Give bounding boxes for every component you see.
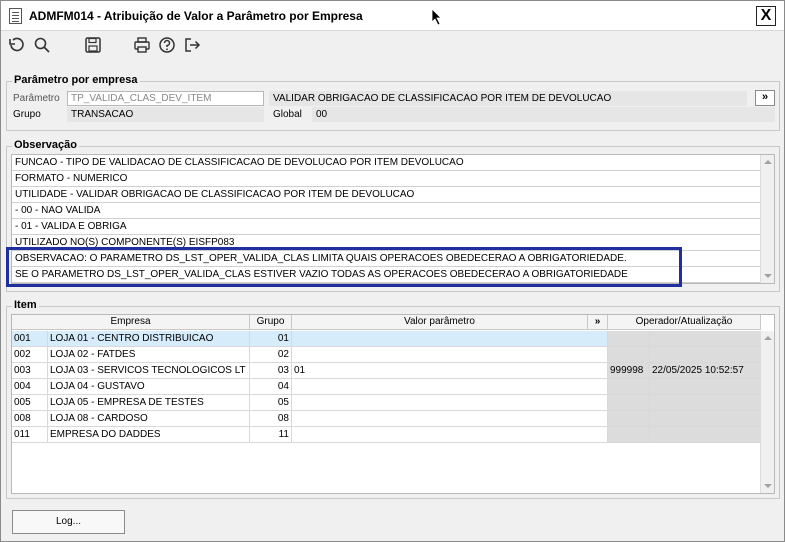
cell-code: 003 [12,363,48,379]
cell-name: EMPRESA DO DADDES [48,427,250,443]
cell-data [650,411,761,427]
cell-name: LOJA 04 - GUSTAVO [48,379,250,395]
exit-icon[interactable] [183,36,201,54]
cell-valor[interactable] [292,395,608,411]
window-title: ADMFM014 - Atribuição de Valor a Parâmet… [29,9,363,23]
cell-data [650,379,761,395]
cell-name: LOJA 08 - CARDOSO [48,411,250,427]
grupo-label: Grupo [13,109,41,120]
obs-line: - 01 - VALIDA E OBRIGA [12,219,761,235]
cell-grupo: 08 [250,411,292,427]
cell-valor[interactable] [292,347,608,363]
save-icon[interactable] [84,36,102,54]
highlight-box [6,247,682,287]
cell-grupo: 03 [250,363,292,379]
cell-valor[interactable]: 01 [292,363,608,379]
cell-data [650,331,761,347]
global-field: 00 [312,107,775,122]
obs-line: FUNCAO - TIPO DE VALIDACAO DE CLASSIFICA… [12,155,761,171]
cell-name: LOJA 01 - CENTRO DISTRIBUICAO [48,331,250,347]
cell-operador [608,411,650,427]
obs-line: FORMATO - NUMERICO [12,171,761,187]
cell-code: 001 [12,331,48,347]
item-scrollbar[interactable] [760,331,774,493]
document-icon [9,8,22,24]
cell-data: 22/05/2025 10:52:57 [650,363,761,379]
main-window: ADMFM014 - Atribuição de Valor a Parâmet… [0,0,785,542]
scroll-up-icon[interactable] [764,160,772,164]
col-header-more-button[interactable]: » [588,315,608,330]
cell-code: 005 [12,395,48,411]
cell-code: 004 [12,379,48,395]
observacao-scrollbar[interactable] [760,155,774,283]
col-header-valor[interactable]: Valor parâmetro [292,315,588,330]
toolbar [1,32,784,60]
search-icon[interactable] [33,36,51,54]
item-legend: Item [12,299,39,311]
cell-name: LOJA 03 - SERVICOS TECNOLOGICOS LT [48,363,250,379]
grupo-field: TRANSACAO [67,107,264,122]
cell-valor[interactable] [292,331,608,347]
cell-grupo: 04 [250,379,292,395]
title-bar: ADMFM014 - Atribuição de Valor a Parâmet… [1,1,784,31]
cell-operador [608,331,650,347]
parametro-more-button[interactable]: » [755,90,775,106]
cell-operador [608,427,650,443]
cell-operador: 999998 [608,363,650,379]
scroll-down-icon[interactable] [764,274,772,278]
cell-name: LOJA 05 - EMPRESA DE TESTES [48,395,250,411]
global-label: Global [273,109,302,120]
cell-valor[interactable] [292,379,608,395]
cell-name: LOJA 02 - FATDES [48,347,250,363]
col-header-grupo[interactable]: Grupo [250,315,292,330]
cell-grupo: 05 [250,395,292,411]
parametro-field[interactable]: TP_VALIDA_CLAS_DEV_ITEM [67,91,264,106]
col-header-empresa[interactable]: Empresa [12,315,250,330]
cell-data [650,427,761,443]
cell-code: 008 [12,411,48,427]
observacao-legend: Observação [12,139,79,151]
col-header-operador[interactable]: Operador/Atualização [608,315,761,330]
cell-code: 011 [12,427,48,443]
cell-operador [608,395,650,411]
cell-valor[interactable] [292,411,608,427]
cell-data [650,395,761,411]
log-button[interactable]: Log... [12,510,125,534]
cell-grupo: 02 [250,347,292,363]
item-grid: Empresa Grupo Valor parâmetro » Operador… [11,314,775,494]
obs-line: - 00 - NAO VALIDA [12,203,761,219]
close-button[interactable]: X [756,6,776,26]
parametro-fieldset: Parâmetro por empresa [6,74,780,131]
cell-code: 002 [12,347,48,363]
help-icon[interactable] [158,36,176,54]
parametro-legend: Parâmetro por empresa [12,74,140,86]
print-icon[interactable] [133,36,151,54]
obs-line: UTILIDADE - VALIDAR OBRIGACAO DE CLASSIF… [12,187,761,203]
cell-operador [608,347,650,363]
mouse-cursor-icon [431,8,442,26]
descricao-field: VALIDAR OBRIGACAO DE CLASSIFICACAO POR I… [269,91,747,106]
cell-data [650,347,761,363]
scroll-down-icon[interactable] [764,484,772,488]
cell-valor[interactable] [292,427,608,443]
cell-grupo: 01 [250,331,292,347]
scroll-up-icon[interactable] [764,336,772,340]
parametro-label: Parâmetro [13,93,60,104]
cell-operador [608,379,650,395]
cell-grupo: 11 [250,427,292,443]
undo-icon[interactable] [7,36,25,54]
